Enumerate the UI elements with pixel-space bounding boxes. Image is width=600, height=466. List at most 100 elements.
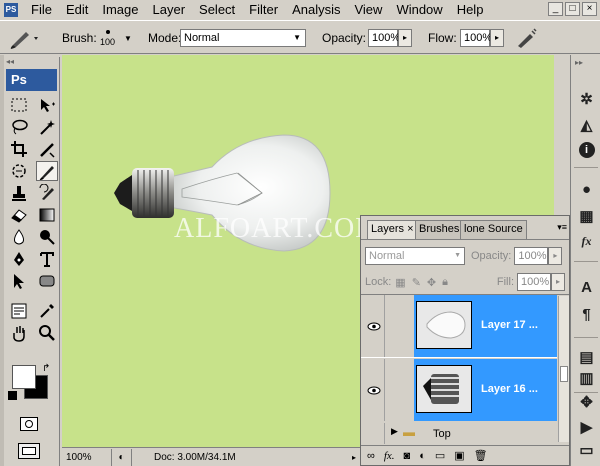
hand-tool[interactable] — [8, 323, 30, 343]
spot-healing-tool[interactable] — [8, 161, 30, 181]
crop-tool[interactable] — [8, 139, 30, 159]
pen-tool[interactable] — [8, 249, 30, 269]
zoom-tool[interactable] — [36, 323, 58, 343]
menu-help[interactable]: Help — [450, 0, 491, 19]
shape-tool[interactable] — [36, 271, 58, 291]
layer-row[interactable]: Layer 16 ... — [361, 359, 557, 421]
trash-icon[interactable]: 🗑︎ — [474, 449, 488, 462]
menu-file[interactable]: File — [24, 0, 59, 19]
foreground-color-swatch[interactable] — [12, 365, 36, 389]
paragraph-button[interactable]: ¶ — [576, 304, 597, 325]
screen-mode-button[interactable] — [18, 443, 40, 459]
layer-comps-button[interactable]: ▥ — [576, 367, 597, 388]
visibility-toggle[interactable] — [363, 359, 385, 421]
character-button[interactable]: A — [576, 277, 597, 298]
layer-opacity-slider-toggle[interactable]: ▸ — [548, 247, 563, 265]
type-tool[interactable] — [36, 249, 58, 269]
history-brush-tool[interactable] — [36, 183, 58, 203]
toolbox-collapse-grip[interactable]: ◂◂ — [4, 57, 59, 67]
adjustment-layer-icon[interactable]: ◐ — [419, 450, 426, 462]
zoom-level[interactable]: 100% — [62, 448, 112, 466]
restore-button[interactable]: □ — [565, 2, 580, 16]
close-button[interactable]: × — [582, 2, 597, 16]
navigator-button[interactable]: ✲ — [576, 88, 597, 109]
magic-wand-tool[interactable] — [36, 117, 58, 137]
lock-position-icon[interactable]: ✥ — [427, 276, 436, 289]
layer-group-row[interactable]: ▶ ▬ Top — [361, 423, 557, 444]
layer-row[interactable]: Layer 17 ... — [361, 295, 557, 357]
dodge-tool[interactable] — [36, 227, 58, 247]
lock-transparency-icon[interactable]: ▦ — [395, 276, 405, 289]
menu-select[interactable]: Select — [192, 0, 242, 19]
visibility-toggle[interactable] — [363, 295, 385, 357]
tab-brushes[interactable]: Brushes — [415, 220, 464, 239]
brush-picker[interactable]: 100 — [100, 21, 115, 55]
clone-stamp-tool[interactable] — [8, 183, 30, 203]
lock-pixels-icon[interactable]: ✎ — [412, 276, 421, 289]
brush-dropdown-arrow-icon[interactable]: ▼ — [124, 21, 132, 55]
marquee-tool[interactable] — [8, 95, 30, 115]
styles-button[interactable]: fx — [576, 231, 597, 252]
lasso-tool[interactable] — [8, 117, 30, 137]
layer-thumbnail — [416, 365, 472, 413]
histogram-button[interactable]: ◭ — [576, 114, 597, 135]
actions-button[interactable]: ▶ — [576, 416, 597, 437]
path-selection-tool[interactable] — [8, 271, 30, 291]
link-layers-icon[interactable]: ∞ — [367, 450, 375, 462]
channels-button[interactable]: ▭ — [576, 439, 597, 460]
opacity-slider-toggle[interactable]: ▸ — [398, 29, 412, 47]
new-layer-icon[interactable]: ▣ — [454, 449, 464, 462]
flow-slider-toggle[interactable]: ▸ — [490, 29, 504, 47]
menu-layer[interactable]: Layer — [146, 0, 193, 19]
scrollbar-thumb[interactable] — [560, 366, 568, 382]
tab-clone-source[interactable]: lone Source — [460, 220, 527, 239]
mode-select[interactable]: Normal ▼ — [180, 21, 306, 55]
menu-analysis[interactable]: Analysis — [285, 0, 347, 19]
slice-tool[interactable] — [36, 139, 58, 159]
color-button[interactable]: ● — [576, 179, 597, 200]
toolbox-ps-logo[interactable]: Ps — [6, 69, 57, 91]
tab-layers[interactable]: Layers × — [367, 220, 418, 239]
blur-tool[interactable] — [8, 227, 30, 247]
tool-preset-picker[interactable] — [8, 21, 42, 55]
visibility-toggle[interactable] — [363, 423, 385, 444]
add-mask-icon[interactable]: ◙ — [404, 450, 411, 462]
panel-menu-icon[interactable]: ▾≡ — [557, 222, 567, 233]
menu-edit[interactable]: Edit — [59, 0, 95, 19]
expand-arrow-icon[interactable]: ▶ — [391, 426, 398, 437]
eyedropper-tool[interactable] — [36, 301, 58, 321]
quick-mask-button[interactable] — [20, 417, 38, 431]
fill-slider-toggle[interactable]: ▸ — [551, 273, 565, 291]
new-group-icon[interactable]: ▭ — [435, 449, 445, 462]
layer-opacity-value[interactable]: 100% — [514, 247, 549, 265]
history-button[interactable]: ▤ — [576, 346, 597, 367]
layer-style-fx-icon[interactable]: fx. — [384, 450, 395, 462]
brush-tool[interactable] — [36, 161, 58, 181]
info-button[interactable]: i — [576, 139, 597, 160]
swatches-button[interactable]: ▦ — [576, 205, 597, 226]
eraser-tool[interactable] — [8, 205, 30, 225]
menu-filter[interactable]: Filter — [242, 0, 285, 19]
blend-mode-select[interactable]: Normal ▼ — [365, 247, 465, 265]
layer-content[interactable]: Layer 17 ... — [414, 295, 557, 357]
menu-window[interactable]: Window — [389, 0, 449, 19]
dock-expand-grip[interactable]: ▸▸ — [575, 58, 583, 67]
lock-all-icon[interactable]: 🔒︎ — [442, 276, 448, 289]
menu-image[interactable]: Image — [95, 0, 145, 19]
move-tool[interactable] — [36, 95, 58, 115]
gradient-tool[interactable] — [36, 205, 58, 225]
flow-input[interactable]: 100% ▸ — [460, 21, 504, 55]
default-colors-icon[interactable] — [8, 391, 17, 400]
menu-view[interactable]: View — [347, 0, 389, 19]
swap-colors-icon[interactable]: ↱ — [42, 363, 50, 374]
photoshop-app-icon[interactable]: PS — [4, 2, 18, 17]
minimize-button[interactable]: _ — [548, 2, 563, 16]
airbrush-toggle[interactable] — [515, 21, 537, 55]
layer-content[interactable]: Layer 16 ... — [414, 359, 557, 421]
layers-scrollbar[interactable] — [558, 296, 569, 442]
notes-tool[interactable] — [8, 301, 30, 321]
status-menu-icon[interactable]: ◐ — [112, 448, 132, 466]
fill-value[interactable]: 100% — [517, 273, 551, 291]
tool-presets-button[interactable]: ✥ — [576, 391, 597, 412]
opacity-input[interactable]: 100% ▸ — [368, 21, 412, 55]
